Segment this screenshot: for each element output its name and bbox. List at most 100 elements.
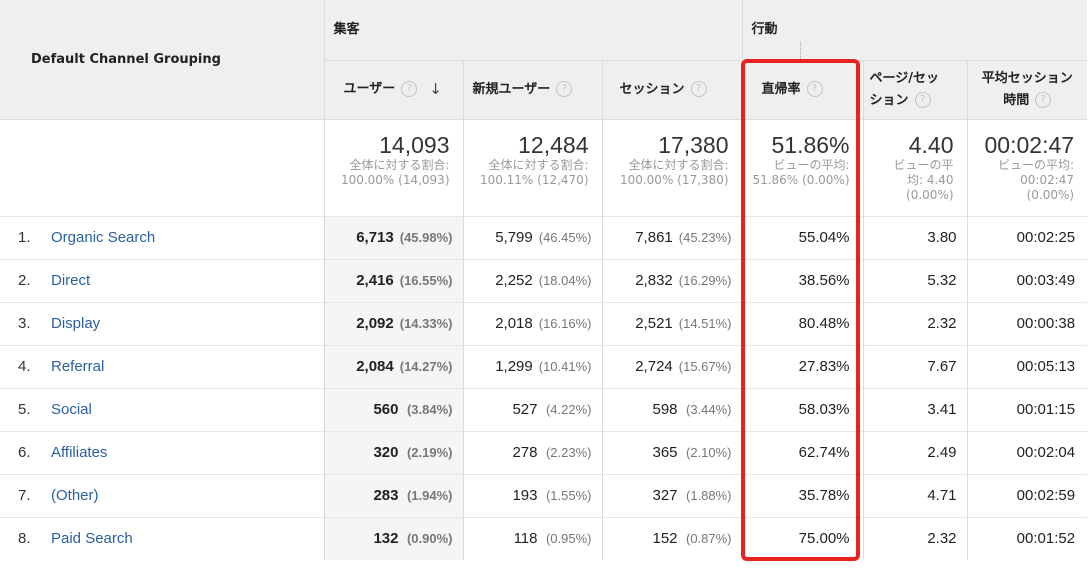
duration-header-line1: 平均セッション [981, 70, 1073, 86]
summary-bounce-line2: 51.86% (0.00%) [752, 172, 850, 187]
sessions-value: 365 [652, 444, 678, 461]
new-users-value: 278 [512, 444, 538, 461]
sessions-pct: (1.88%) [685, 488, 732, 503]
bounce-value: 27.83% [798, 358, 850, 375]
pages-per-session-column-header[interactable]: ページ/セッ ション? [863, 59, 968, 119]
summary-row: 14,093 全体に対する割合: 100.00% (14,093) 12,484 全体… [0, 118, 1088, 216]
table-row[interactable]: 3. Display 2,092 (14.33%) 2,018 (16.16%) 2,521… [0, 301, 1088, 345]
channel-link[interactable]: Referral [51, 358, 104, 375]
users-pct: (2.19%) [406, 445, 453, 460]
users-value: 6,713 [356, 229, 394, 246]
users-cell: 6,713 (45.98%) [324, 215, 464, 259]
users-cell: 132 (0.90%) [324, 516, 464, 560]
sort-down-icon[interactable]: ↓ [429, 78, 442, 100]
bounce-value: 62.74% [798, 444, 850, 461]
avg-session-duration-column-header[interactable]: 平均セッション時間? [967, 59, 1088, 119]
duration-cell: 00:02:25 [967, 215, 1088, 259]
acquisition-group-header: 集客 [324, 0, 743, 60]
bounce-value: 75.00% [798, 530, 850, 548]
table-row[interactable]: 8. Paid Search 132 (0.90%) 118 (0.95%) 152 (0.8… [0, 516, 1088, 560]
duration-header-line2: 時間 [1003, 92, 1030, 108]
sessions-cell: 2,724 (15.67%) [602, 344, 743, 388]
users-column-header[interactable]: ユーザー? ↓ [324, 59, 464, 119]
sessions-cell: 327 (1.88%) [602, 473, 743, 517]
sessions-value: 598 [652, 401, 678, 418]
channel-cell: 7. (Other) [0, 473, 325, 517]
pages-cell: 2.32 [863, 301, 968, 345]
help-icon[interactable]: ? [914, 92, 931, 108]
users-pct: (14.27%) [399, 359, 453, 374]
channel-link[interactable]: Display [51, 315, 100, 332]
analytics-report: Default Channel Grouping 集客 行動 ユーザー? ↓ 新規… [0, 0, 1091, 568]
duration-value: 00:02:25 [1016, 229, 1076, 246]
sessions-column-header[interactable]: セッション? [602, 59, 743, 119]
pages-cell: 2.32 [863, 516, 968, 560]
users-pct: (16.55%) [399, 273, 453, 288]
table-row[interactable]: 4. Referral 2,084 (14.27%) 1,299 (10.41%) 2,72… [0, 344, 1088, 388]
channel-link[interactable]: Paid Search [51, 530, 133, 547]
table-row[interactable]: 2. Direct 2,416 (16.55%) 2,252 (18.04%) 2,832 (… [0, 258, 1088, 302]
users-value: 2,416 [356, 272, 394, 289]
summary-bounce: 51.86% ビューの平均: 51.86% (0.00%) [742, 118, 864, 216]
table-row[interactable]: 6. Affiliates 320 (2.19%) 278 (2.23%) 365 (2.10… [0, 430, 1088, 474]
summary-duration-line1: ビューの平均: [998, 157, 1075, 172]
summary-duration-line3: (0.00%) [1026, 187, 1075, 202]
channel-cell: 3. Display [0, 301, 325, 345]
summary-duration-line2: 00:02:47 [1020, 172, 1075, 187]
dimension-header[interactable]: Default Channel Grouping [0, 0, 325, 119]
users-value: 560 [373, 401, 399, 418]
sessions-cell: 2,521 (14.51%) [602, 301, 743, 345]
help-icon[interactable]: ? [401, 81, 418, 98]
new-users-column-header[interactable]: 新規ユーザー? [463, 59, 603, 119]
table-row[interactable]: 7. (Other) 283 (1.94%) 193 (1.55%) 327 (1.88%) 3… [0, 473, 1088, 517]
users-cell: 2,092 (14.33%) [324, 301, 464, 345]
help-icon[interactable]: ? [806, 81, 823, 97]
new-users-cell: 278 (2.23%) [463, 430, 603, 474]
pages-cell: 3.80 [863, 215, 968, 259]
bounce-rate-column-header[interactable]: 直帰率? [742, 59, 864, 119]
summary-sessions: 17,380 全体に対する割合: 100.00% (17,380) [602, 118, 743, 216]
sessions-cell: 7,861 (45.23%) [602, 215, 743, 259]
bounce-header-label: 直帰率 [761, 81, 801, 97]
bounce-cell: 35.78% [742, 473, 864, 517]
new-users-value: 193 [512, 487, 538, 504]
help-icon[interactable]: ? [1035, 92, 1052, 108]
help-icon[interactable]: ? [690, 81, 707, 97]
bounce-cell: 55.04% [742, 215, 864, 259]
duration-value: 00:02:59 [1016, 487, 1076, 504]
channel-link[interactable]: Direct [51, 272, 90, 289]
users-value: 320 [373, 444, 399, 461]
new-users-pct: (10.41%) [538, 359, 592, 374]
users-value: 2,092 [356, 315, 394, 332]
pages-value: 3.80 [927, 229, 957, 246]
channel-link[interactable]: Social [51, 401, 92, 418]
summary-sessions-value: 17,380 [658, 131, 729, 158]
summary-dimension-cell [0, 118, 325, 216]
dimension-label: Default Channel Grouping [31, 51, 221, 67]
sessions-pct: (15.67%) [678, 359, 732, 374]
new-users-header-label: 新規ユーザー [472, 81, 551, 97]
behavior-label: 行動 [751, 22, 778, 38]
pages-cell: 2.49 [863, 430, 968, 474]
table-row[interactable]: 5. Social 560 (3.84%) 527 (4.22%) 598 (3.44%) 58… [0, 387, 1088, 431]
pages-cell: 3.41 [863, 387, 968, 431]
users-cell: 2,416 (16.55%) [324, 258, 464, 302]
bounce-cell: 80.48% [742, 301, 864, 345]
row-rank: 1. [18, 229, 31, 246]
new-users-pct: (18.04%) [538, 273, 592, 288]
users-cell: 320 (2.19%) [324, 430, 464, 474]
channel-cell: 1. Organic Search [0, 215, 325, 259]
duration-value: 00:01:52 [1016, 530, 1076, 548]
channel-link[interactable]: Affiliates [51, 444, 107, 461]
channel-link[interactable]: Organic Search [51, 229, 155, 246]
new-users-value: 527 [512, 401, 538, 418]
sessions-value: 7,861 [635, 229, 673, 246]
channel-link[interactable]: (Other) [51, 487, 99, 504]
new-users-cell: 5,799 (46.45%) [463, 215, 603, 259]
help-icon[interactable]: ? [556, 81, 573, 97]
bounce-cell: 58.03% [742, 387, 864, 431]
bounce-value: 58.03% [798, 401, 850, 418]
sessions-pct: (3.44%) [685, 402, 732, 417]
sessions-cell: 365 (2.10%) [602, 430, 743, 474]
table-row[interactable]: 1. Organic Search 6,713 (45.98%) 5,799 (46.45… [0, 215, 1088, 259]
